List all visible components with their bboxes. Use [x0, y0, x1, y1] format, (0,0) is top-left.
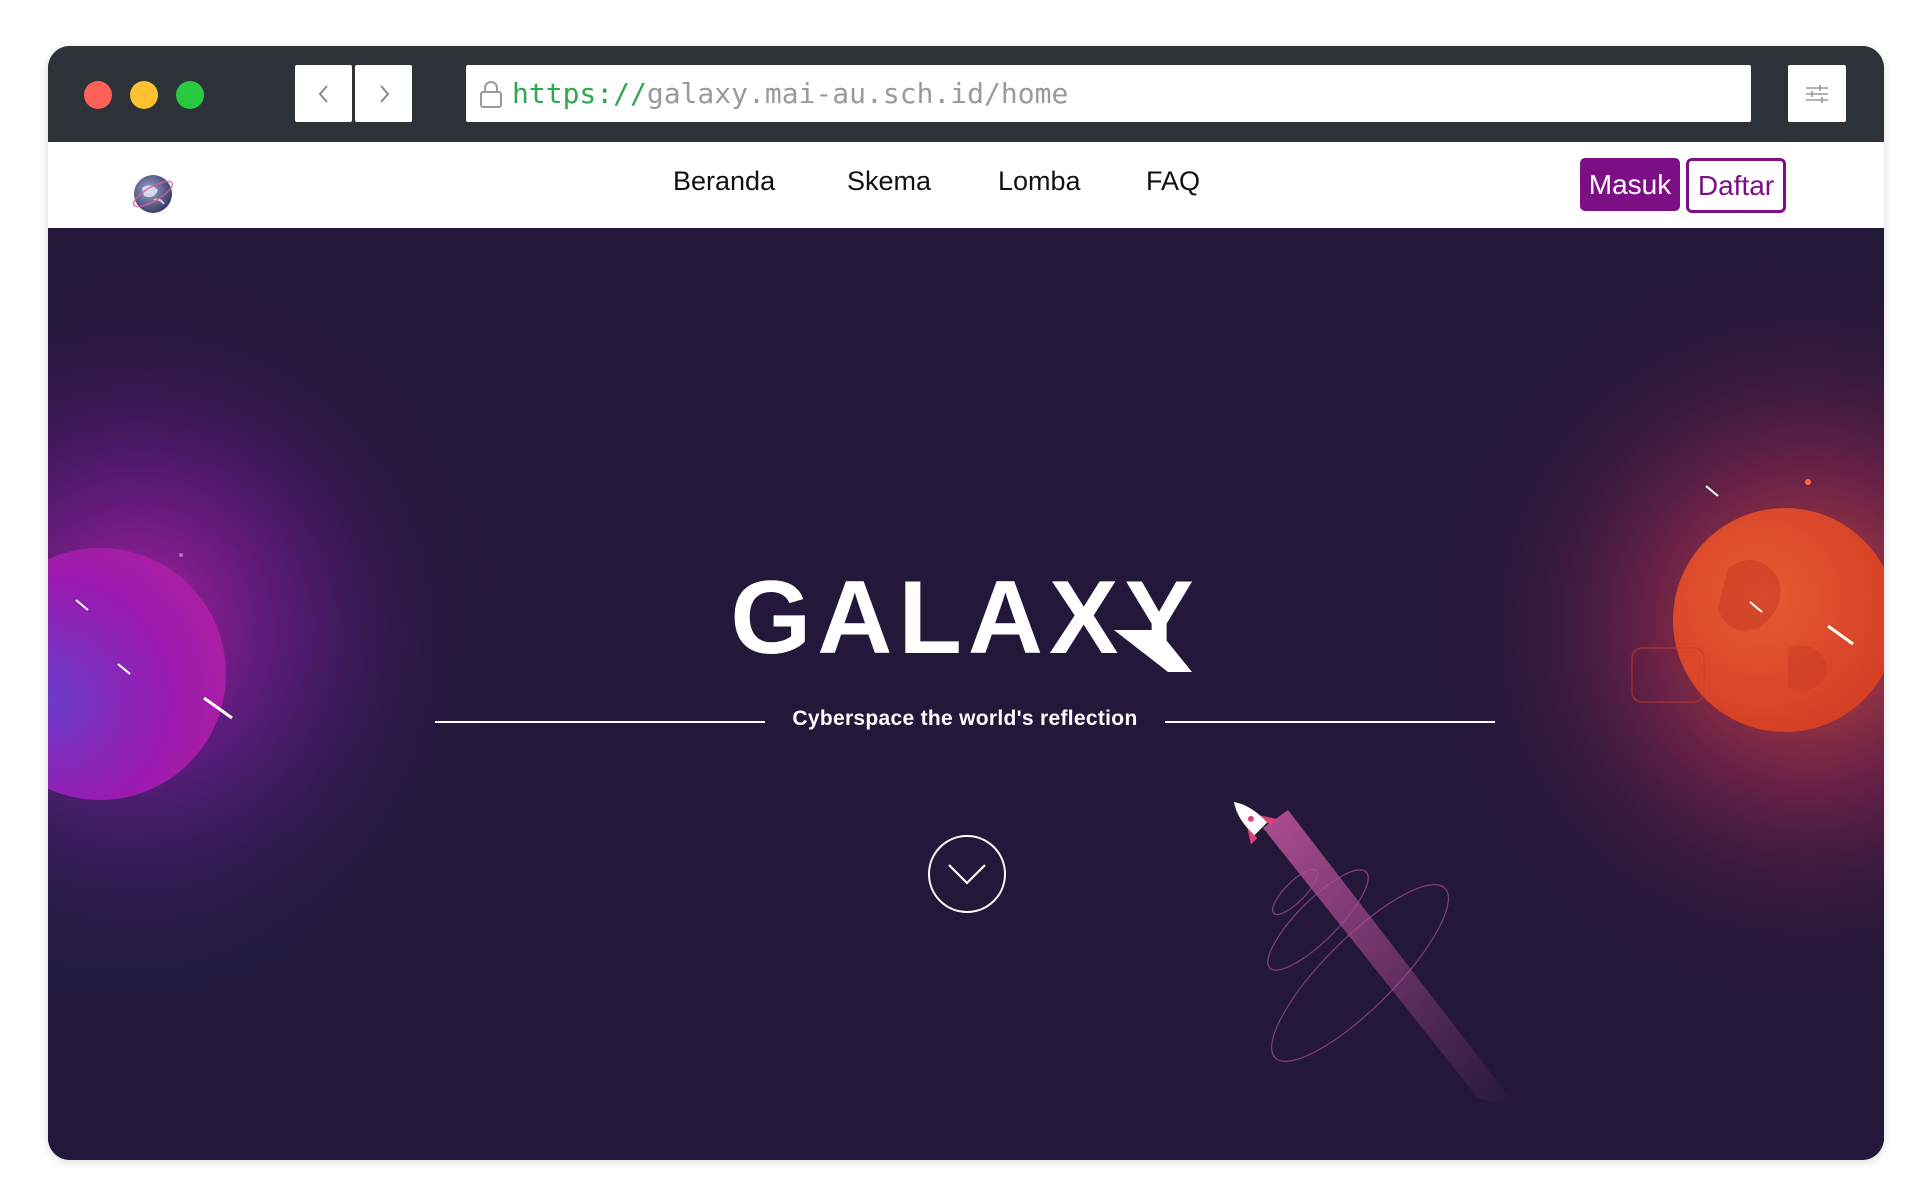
nav-link-skema[interactable]: Skema [847, 166, 931, 197]
hero-background: GALAXY [48, 248, 1884, 1118]
scroll-down-button[interactable] [928, 835, 1006, 913]
url-host: galaxy.mai-au.sch.id/home [646, 77, 1069, 110]
hero-tagline: Cyberspace the world's reflection [792, 707, 1138, 730]
tagline-rule-right [1165, 721, 1495, 723]
url-scheme: https:// [512, 77, 647, 110]
hero-title: GALAXY [730, 560, 1199, 676]
chevron-left-icon [318, 84, 328, 103]
hero-section: GALAXY Cyberspace the world's reflection [48, 228, 1884, 1160]
forward-button[interactable] [355, 65, 412, 122]
settings-sliders-icon [1806, 84, 1828, 103]
address-bar[interactable]: https:// galaxy.mai-au.sch.id/home [466, 65, 1751, 122]
chevron-right-icon [379, 84, 389, 103]
maximize-window-button[interactable] [176, 81, 204, 109]
hero-tagline-row: Cyberspace the world's reflection [435, 702, 1495, 742]
browser-menu-button[interactable] [1788, 65, 1846, 122]
chevron-down-icon [948, 864, 986, 885]
masuk-button[interactable]: Masuk [1580, 158, 1680, 211]
nav-link-beranda[interactable]: Beranda [673, 166, 775, 197]
close-window-button[interactable] [84, 81, 112, 109]
back-button[interactable] [295, 65, 352, 122]
daftar-button[interactable]: Daftar [1686, 158, 1786, 213]
lock-icon [478, 79, 504, 109]
minimize-window-button[interactable] [130, 81, 158, 109]
browser-window: https:// galaxy.mai-au.sch.id/home Beran… [48, 46, 1884, 1160]
browser-titlebar: https:// galaxy.mai-au.sch.id/home [48, 46, 1884, 142]
nav-link-lomba[interactable]: Lomba [998, 166, 1081, 197]
site-navbar: Beranda Skema Lomba FAQ Masuk Daftar [48, 142, 1884, 228]
nav-link-faq[interactable]: FAQ [1146, 166, 1200, 197]
